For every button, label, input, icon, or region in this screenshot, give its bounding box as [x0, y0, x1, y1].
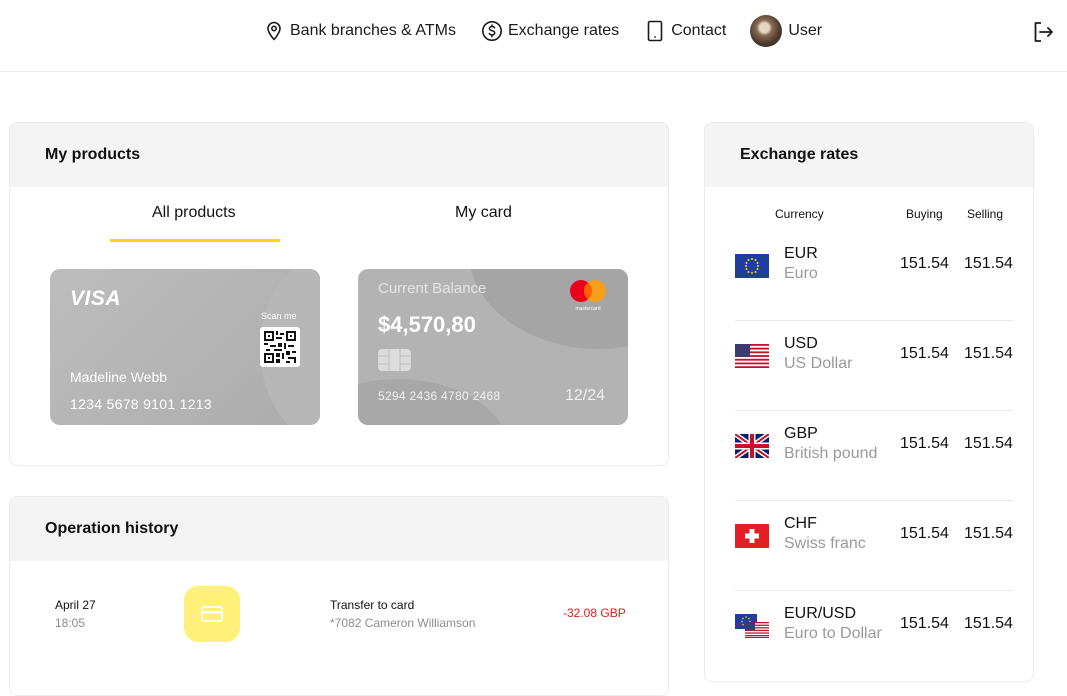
nav-bank-branches[interactable]: Bank branches & ATMs: [262, 19, 456, 43]
eu-flag-icon: [735, 254, 769, 278]
operation-history-panel: Operation history April 27 18:05 Transfe…: [9, 496, 669, 696]
nav-label-branches: Bank branches & ATMs: [290, 22, 456, 39]
mastercard-number: 5294 2436 4780 2468: [378, 389, 501, 403]
current-balance-value: $4,570,80: [378, 312, 476, 337]
exchange-rates-panel: Exchange rates Currency Buying Selling E…: [704, 122, 1034, 682]
buying-rate: 151.54: [900, 525, 949, 542]
column-currency: Currency: [775, 207, 824, 221]
table-row: CHF Swiss franc 151.54 151.54: [705, 501, 1033, 591]
nav-label-user: User: [788, 22, 823, 39]
table-row: EUR/USD Euro to Dollar 151.54 151.54: [705, 591, 1033, 681]
buying-rate: 151.54: [900, 615, 949, 632]
table-row: GBP British pound 151.54 151.54: [705, 411, 1033, 501]
tab-all-products[interactable]: All products: [152, 204, 236, 222]
scan-me-label: Scan me: [261, 311, 297, 321]
buying-rate: 151.54: [900, 435, 949, 452]
operation-time: 18:05: [55, 616, 86, 630]
rates-table-header: Currency Buying Selling: [705, 187, 1033, 231]
mastercard-card[interactable]: Current Balance $4,570,80 mastercard 529…: [358, 269, 628, 425]
operation-title: Transfer to card: [330, 598, 415, 612]
currency-code: CHF: [784, 515, 817, 532]
nav-contact[interactable]: Contact: [643, 19, 726, 43]
avatar: [750, 15, 783, 47]
selling-rate: 151.54: [964, 525, 1013, 542]
us-flag-icon: [735, 344, 769, 368]
currency-code: EUR: [784, 245, 818, 262]
nav-label-exchange: Exchange rates: [508, 22, 620, 39]
active-tab-indicator: [110, 239, 280, 242]
selling-rate: 151.54: [964, 615, 1013, 632]
dollar-circle-icon: [480, 19, 504, 43]
logout-icon[interactable]: [1031, 20, 1055, 44]
currency-code: GBP: [784, 425, 818, 442]
mastercard-wordmark: mastercard: [575, 306, 600, 312]
operation-date: April 27: [55, 598, 96, 612]
currency-code: EUR/USD: [784, 605, 857, 622]
visa-logo: VISA: [70, 287, 122, 310]
visa-card[interactable]: VISA Scan me Madeline Webb 1234 5678 910…: [50, 269, 320, 425]
buying-rate: 151.54: [900, 345, 949, 362]
table-row: EUR Euro 151.54 151.54: [705, 231, 1033, 321]
tab-my-card[interactable]: My card: [455, 204, 512, 222]
swiss-flag-icon: [735, 524, 769, 548]
currency-code: USD: [784, 335, 818, 352]
column-selling: Selling: [967, 207, 1004, 221]
operation-amount: -32.08 GBP: [563, 606, 626, 620]
card-holder-name: Madeline Webb: [70, 369, 168, 385]
my-products-title: My products: [10, 123, 668, 187]
operation-subtitle: *7082 Cameron Williamson: [330, 616, 476, 630]
list-item[interactable]: April 27 18:05 Transfer to card *7082 Ca…: [10, 561, 668, 661]
current-balance-label: Current Balance: [378, 280, 487, 297]
location-pin-icon: [262, 19, 286, 43]
nav-user[interactable]: User: [750, 15, 822, 47]
mastercard-logo-icon: mastercard: [568, 279, 608, 313]
selling-rate: 151.54: [964, 435, 1013, 452]
currency-name: US Dollar: [784, 355, 853, 372]
phone-icon: [643, 19, 667, 43]
visa-card-number: 1234 5678 9101 1213: [70, 396, 212, 412]
column-buying: Buying: [906, 207, 943, 221]
selling-rate: 151.54: [964, 255, 1013, 272]
buying-rate: 151.54: [900, 255, 949, 272]
currency-name: Euro to Dollar: [784, 625, 882, 642]
my-products-panel: My products All products My card VISA Sc…: [9, 122, 669, 466]
nav-label-contact: Contact: [671, 22, 727, 39]
selling-rate: 151.54: [964, 345, 1013, 362]
operation-history-title: Operation history: [10, 497, 668, 561]
top-navigation-bar: Bank branches & ATMs Exchange rates Cont…: [0, 0, 1067, 72]
table-row: USD US Dollar 151.54 151.54: [705, 321, 1033, 411]
card-icon: [184, 586, 240, 642]
uk-flag-icon: [735, 434, 769, 458]
main-nav: Bank branches & ATMs Exchange rates Cont…: [262, 15, 846, 47]
card-chip-icon: [378, 349, 411, 371]
nav-exchange-rates[interactable]: Exchange rates: [480, 19, 619, 43]
exchange-rates-title: Exchange rates: [705, 123, 1033, 187]
currency-name: Euro: [784, 265, 818, 282]
qr-code-icon[interactable]: [260, 327, 300, 367]
eu-us-flag-icon: [735, 614, 769, 638]
products-tabs: All products My card: [10, 187, 668, 243]
currency-name: British pound: [784, 445, 878, 462]
currency-name: Swiss franc: [784, 535, 866, 552]
card-expiry: 12/24: [565, 387, 606, 404]
